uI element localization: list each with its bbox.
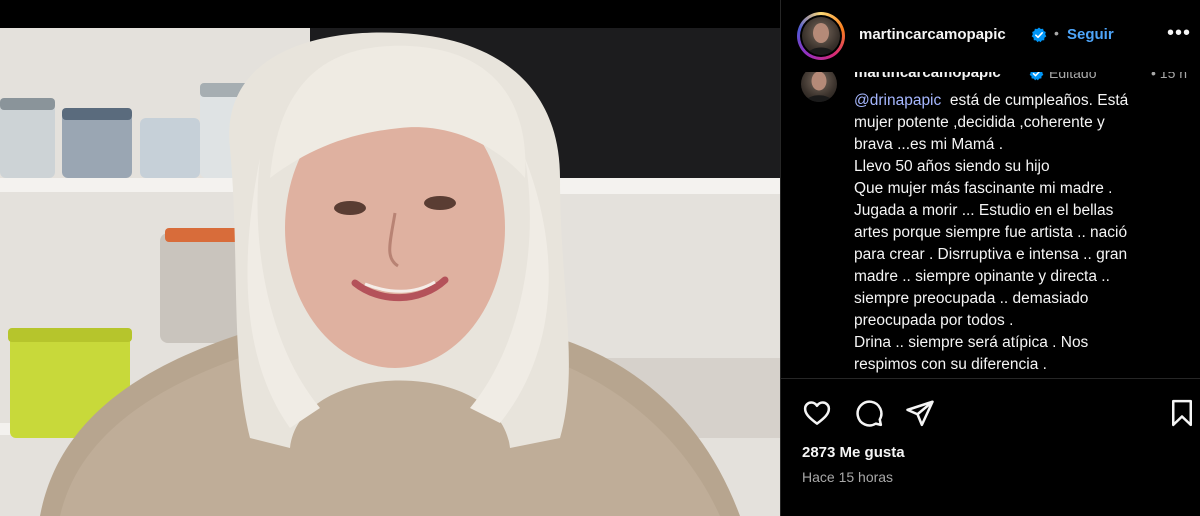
caption-line: preocupada por todos . (854, 312, 1014, 329)
bookmark-icon[interactable] (1167, 398, 1197, 428)
verified-badge-icon (1029, 72, 1044, 81)
caption-line: @drinapapic está de cumpleaños. Está (854, 90, 1184, 112)
caption-text: @drinapapic está de cumpleaños. Está muj… (854, 90, 1184, 376)
caption-line: respimos con su diferencia . (854, 356, 1047, 373)
follow-button[interactable]: Seguir (1067, 26, 1114, 43)
caption-avatar[interactable] (801, 72, 837, 102)
author-username[interactable]: martincarcamopapic (859, 26, 1006, 43)
caption-line: madre .. siempre opinante y directa .. (854, 268, 1110, 285)
caption-line: para crear . Disrruptiva e intensa .. gr… (854, 246, 1128, 263)
more-options-icon[interactable]: ••• (1167, 22, 1191, 45)
story-ring[interactable] (797, 12, 845, 60)
caption-line: artes porque siempre fue artista .. naci… (854, 224, 1128, 241)
post-header: martincarcamopapic • Seguir ••• (781, 0, 1200, 72)
caption-line: Llevo 50 años siendo su hijo (854, 158, 1050, 175)
caption-line: Drina .. siempre será atípica . Nos (854, 334, 1089, 351)
caption-line: mujer potente ,decidida ,coherente y (854, 114, 1105, 131)
post-timestamp[interactable]: Hace 15 horas (802, 469, 893, 485)
post-media[interactable] (0, 0, 780, 516)
caption-line: Que mujer más fascinante mi madre . (854, 180, 1113, 197)
portrait-illustration (0, 28, 780, 516)
caption-line: Jugada a morir ... Estudio en el bellas (854, 202, 1114, 219)
caption-line-text: está de cumpleaños. Está (949, 92, 1129, 109)
post-sidebar: martincarcamopapic • Seguir ••• martinca… (781, 0, 1200, 516)
caption-section: martincarcamopapic Editado • 15 h @drina… (781, 72, 1200, 378)
actions-divider (781, 378, 1200, 379)
post-photo[interactable] (0, 28, 780, 516)
caption-line: brava ...es mi Mamá . (854, 136, 1004, 153)
edited-label: Editado (1049, 72, 1097, 81)
separator-dot: • (1054, 25, 1059, 41)
caption-username[interactable]: martincarcamopapic (854, 72, 1001, 81)
send-icon[interactable] (905, 398, 935, 428)
caption-line: siempre preocupada .. demasiado (854, 290, 1089, 307)
media-top-bar (0, 0, 780, 28)
likes-count[interactable]: 2873 Me gusta (802, 444, 905, 461)
caption-time[interactable]: • 15 h (1151, 72, 1187, 81)
verified-badge-icon (1031, 27, 1047, 43)
avatar[interactable] (802, 17, 840, 55)
comment-icon[interactable] (854, 398, 884, 428)
heart-icon[interactable] (802, 398, 832, 428)
mention-link[interactable]: @drinapapic (854, 92, 941, 109)
